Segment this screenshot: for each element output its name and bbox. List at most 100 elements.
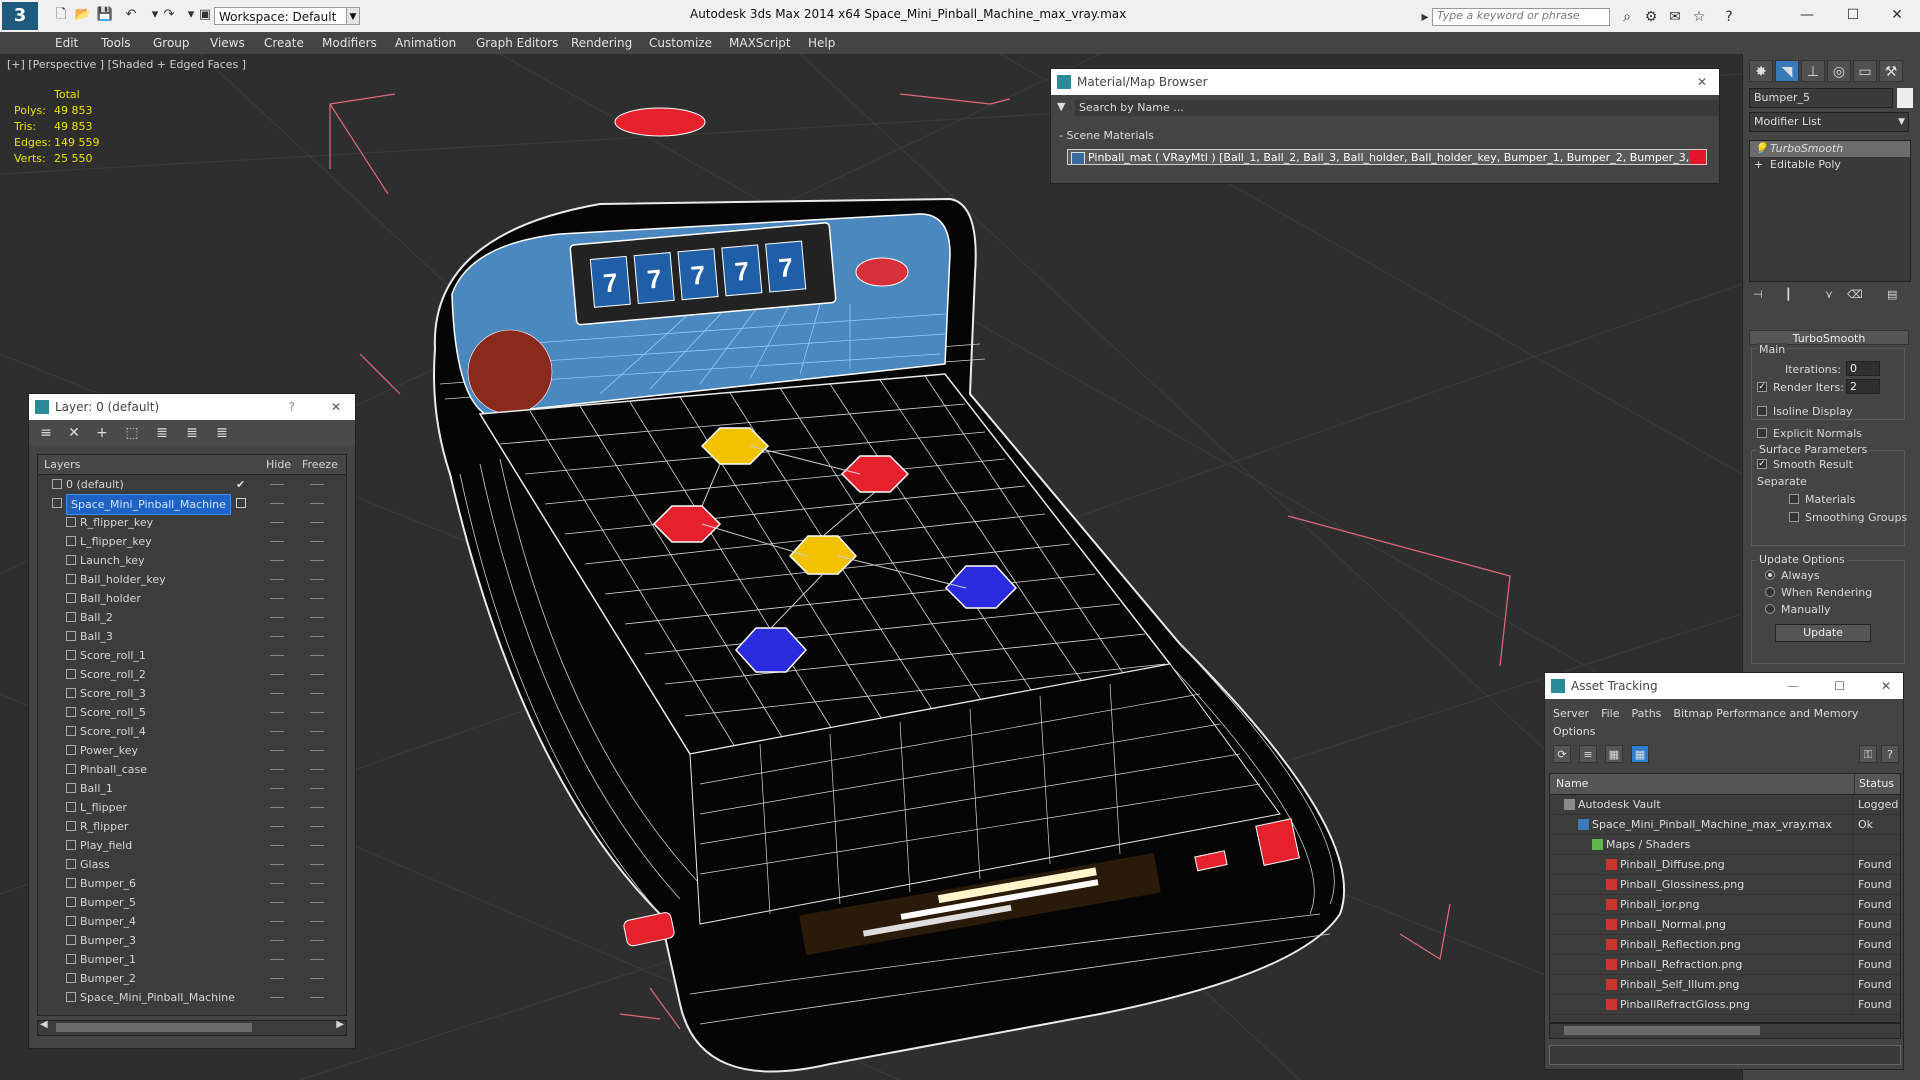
hide-toggle[interactable] (270, 617, 284, 618)
hide-toggle[interactable] (270, 579, 284, 580)
asset-row[interactable]: Pinball_Diffuse.png Found (1550, 855, 1900, 875)
hide-toggle[interactable] (270, 750, 284, 751)
display-tab-icon[interactable]: ▭ (1853, 60, 1877, 82)
close-icon[interactable]: ✕ (1697, 69, 1707, 95)
layer-row[interactable]: Score_roll_5 (38, 703, 346, 722)
minimize-button[interactable]: — (1784, 2, 1830, 28)
menu-rendering[interactable]: Rendering (571, 32, 632, 54)
hide-toggle[interactable] (270, 978, 284, 979)
layer-row[interactable]: Launch_key (38, 551, 346, 570)
communication-icon[interactable]: ✉ (1666, 8, 1684, 26)
material-browser-titlebar[interactable]: Material/Map Browser ✕ (1051, 69, 1719, 95)
render-iters-checkbox[interactable]: ✓ (1757, 382, 1767, 392)
help-icon[interactable]: ? (1881, 745, 1899, 763)
layer-row[interactable]: Pinball_case (38, 760, 346, 779)
select-objects-icon[interactable]: ⬚ (123, 424, 141, 442)
save-icon[interactable]: 💾 (96, 6, 114, 24)
hide-toggle[interactable] (270, 541, 284, 542)
close-button[interactable]: ✕ (1874, 2, 1920, 28)
layer-row[interactable]: Score_roll_2 (38, 665, 346, 684)
help-icon[interactable]: ? (1720, 8, 1738, 26)
add-layer-icon[interactable]: + (93, 424, 111, 442)
open-file-icon[interactable]: 📂 (74, 6, 92, 24)
workspace-dropdown[interactable]: Workspace: Default (214, 7, 354, 25)
freeze-toggle[interactable] (310, 845, 324, 846)
modify-tab-icon[interactable]: ◥ (1775, 60, 1799, 82)
hide-toggle[interactable] (270, 712, 284, 713)
layer-row[interactable]: Ball_3 (38, 627, 346, 646)
freeze-all-icon[interactable]: ≣ (213, 424, 231, 442)
menu-customize[interactable]: Customize (649, 32, 712, 54)
layer-row[interactable]: Glass (38, 855, 346, 874)
menu-maxscript[interactable]: MAXScript (729, 32, 791, 54)
binoculars-icon[interactable]: ⌕ (1618, 8, 1636, 26)
freeze-toggle[interactable] (310, 978, 324, 979)
freeze-toggle[interactable] (310, 693, 324, 694)
layer-row[interactable]: Bumper_6 (38, 874, 346, 893)
layer-row[interactable]: L_flipper_key (38, 532, 346, 551)
hide-toggle[interactable] (270, 484, 284, 485)
freeze-toggle[interactable] (310, 560, 324, 561)
configure-sets-icon[interactable]: ▤ (1887, 288, 1897, 301)
freeze-toggle[interactable] (310, 636, 324, 637)
layer-row[interactable]: Bumper_3 (38, 931, 346, 950)
object-name-field[interactable]: Bumper_5 (1749, 88, 1893, 108)
menu-create[interactable]: Create (264, 32, 304, 54)
redo-icon[interactable]: ↷ (160, 6, 178, 24)
hide-all-icon[interactable]: ≣ (183, 424, 201, 442)
close-icon[interactable]: ✕ (1881, 673, 1891, 699)
asset-row[interactable]: Pinball_Normal.png Found (1550, 915, 1900, 935)
hide-toggle[interactable] (270, 560, 284, 561)
asset-row[interactable]: Pinball_ior.png Found (1550, 895, 1900, 915)
material-entry[interactable]: Pinball_mat ( VRayMtl ) [Ball_1, Ball_2,… (1067, 149, 1707, 165)
layer-row[interactable]: Ball_holder (38, 589, 346, 608)
hide-toggle[interactable] (270, 788, 284, 789)
stack-item-editable-poly[interactable]: + Editable Poly (1750, 157, 1910, 173)
menu-edit[interactable]: Edit (55, 32, 78, 54)
hide-toggle[interactable] (270, 864, 284, 865)
table-view-icon[interactable]: ▦ (1631, 745, 1649, 763)
subscription-icon[interactable]: ⚙ (1642, 8, 1660, 26)
object-color-swatch[interactable] (1897, 88, 1913, 108)
thumbnail-view-icon[interactable]: ▦ (1605, 745, 1623, 763)
hide-toggle[interactable] (270, 598, 284, 599)
layer-row[interactable]: 0 (default) ✔ (38, 475, 346, 494)
app-logo-icon[interactable]: 3 (2, 2, 38, 30)
keyword-search-input[interactable]: Type a keyword or phrase (1432, 8, 1610, 26)
hide-toggle[interactable] (270, 655, 284, 656)
menu-server[interactable]: Server (1553, 707, 1589, 720)
freeze-toggle[interactable] (310, 883, 324, 884)
layer-row[interactable]: Score_roll_3 (38, 684, 346, 703)
layer-row[interactable]: Bumper_2 (38, 969, 346, 988)
column-freeze[interactable]: Freeze (302, 458, 338, 471)
stack-item-turbosmooth[interactable]: 💡 TurboSmooth (1750, 141, 1910, 157)
scroll-thumb[interactable] (1564, 1026, 1760, 1035)
freeze-toggle[interactable] (310, 617, 324, 618)
hide-toggle[interactable] (270, 522, 284, 523)
bulb-icon[interactable]: 💡 (1754, 141, 1768, 157)
menu-tools[interactable]: Tools (101, 32, 131, 54)
freeze-toggle[interactable] (310, 826, 324, 827)
freeze-toggle[interactable] (310, 712, 324, 713)
freeze-toggle[interactable] (310, 598, 324, 599)
undo-icon[interactable]: ↶ (122, 6, 140, 24)
browser-options-icon[interactable]: ▼ (1057, 100, 1065, 113)
freeze-toggle[interactable] (310, 921, 324, 922)
layer-row[interactable]: Ball_holder_key (38, 570, 346, 589)
column-status[interactable]: Status (1854, 774, 1894, 794)
menu-bitmap-performance[interactable]: Bitmap Performance and Memory (1673, 707, 1858, 720)
layer-row[interactable]: R_flipper (38, 817, 346, 836)
make-unique-icon[interactable]: ⋎ (1825, 288, 1833, 301)
motion-tab-icon[interactable]: ◎ (1827, 60, 1851, 82)
layer-row[interactable]: Play_field (38, 836, 346, 855)
layer-horizontal-scrollbar[interactable]: ◀ ▶ (37, 1019, 347, 1036)
isoline-display-checkbox[interactable] (1757, 406, 1767, 416)
freeze-toggle[interactable] (310, 522, 324, 523)
hide-toggle[interactable] (270, 883, 284, 884)
layer-row[interactable]: Bumper_4 (38, 912, 346, 931)
delete-layer-icon[interactable]: ✕ (65, 424, 83, 442)
scene-materials-group[interactable]: - Scene Materials (1059, 129, 1154, 142)
layer-row[interactable]: Power_key (38, 741, 346, 760)
asset-row[interactable]: Pinball_Glossiness.png Found (1550, 875, 1900, 895)
asset-row[interactable]: PinballRefractGloss.png Found (1550, 995, 1900, 1015)
